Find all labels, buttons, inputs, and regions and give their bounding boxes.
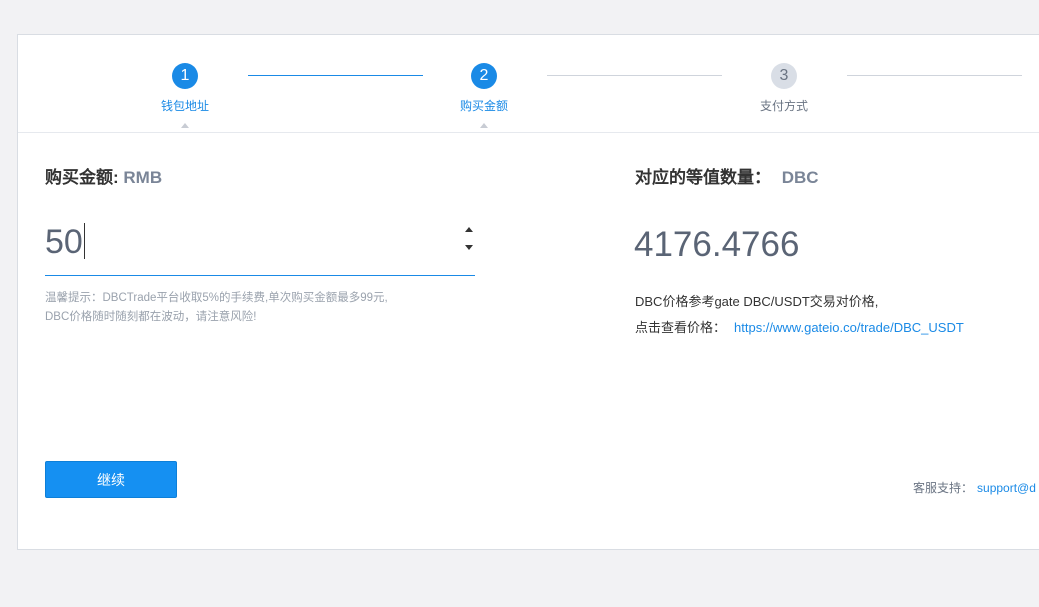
purchase-amount-title: 购买金额: RMB [45, 163, 162, 188]
continue-button[interactable]: 继续 [45, 461, 177, 498]
step-3-circle: 3 [771, 63, 797, 89]
step-2-label: 购买金额 [459, 99, 508, 113]
tip-line-2: DBC价格随时随刻都在波动，请注意风险! [45, 311, 257, 323]
purchase-amount-label: 购买金额: [45, 168, 119, 187]
amount-input[interactable] [45, 217, 445, 267]
step-connector-1 [248, 75, 423, 76]
currency-unit: RMB [123, 168, 163, 187]
step-connector-2 [547, 75, 722, 76]
tip-line-1: 温馨提示：DBCTrade平台收取5%的手续费,单次购买金额最多99元, [45, 292, 388, 304]
step-payment-method[interactable]: 3 支付方式 [724, 63, 844, 114]
purchase-tip: 温馨提示：DBCTrade平台收取5%的手续费,单次购买金额最多99元, DBC… [45, 289, 465, 327]
price-link-label: 点击查看价格： [635, 320, 727, 335]
text-caret [84, 223, 85, 259]
step-1-circle: 1 [172, 63, 198, 89]
step-2-circle: 2 [471, 63, 497, 89]
decrement-arrow-icon[interactable] [465, 245, 473, 250]
step-connector-3 [847, 75, 1022, 76]
step-2-indicator [480, 123, 488, 128]
step-1-indicator [181, 123, 189, 128]
price-reference-line: DBC价格参考gate DBC/USDT交易对价格, [635, 294, 879, 309]
price-link-row: 点击查看价格： https://www.gateio.co/trade/DBC_U… [635, 315, 964, 341]
price-reference: DBC价格参考gate DBC/USDT交易对价格, 点击查看价格： https:… [635, 289, 964, 341]
step-wallet-address[interactable]: 1 钱包地址 [125, 63, 245, 128]
token-unit: DBC [781, 168, 819, 187]
support-email-link[interactable]: support@d [977, 481, 1036, 495]
amount-field-wrapper [45, 217, 475, 276]
equivalent-quantity-title: 对应的等值数量： DBC [635, 163, 819, 188]
purchase-card: 1 钱包地址 2 购买金额 3 支付方式 购买金额: RMB 温馨提示：DBCT… [17, 34, 1039, 550]
increment-arrow-icon[interactable] [465, 227, 473, 232]
customer-support: 客服支持： support@d [913, 479, 1036, 496]
stepper: 1 钱包地址 2 购买金额 3 支付方式 [18, 35, 1039, 133]
gateio-price-link[interactable]: https://www.gateio.co/trade/DBC_USDT [734, 320, 964, 335]
amount-stepper[interactable] [462, 223, 476, 257]
support-label: 客服支持： [913, 481, 974, 495]
equivalent-quantity-label: 对应的等值数量： [635, 168, 771, 187]
equivalent-quantity-value: 4176.4766 [634, 225, 800, 264]
step-1-label: 钱包地址 [160, 99, 209, 113]
step-3-label: 支付方式 [759, 99, 808, 113]
step-purchase-amount[interactable]: 2 购买金额 [424, 63, 544, 128]
